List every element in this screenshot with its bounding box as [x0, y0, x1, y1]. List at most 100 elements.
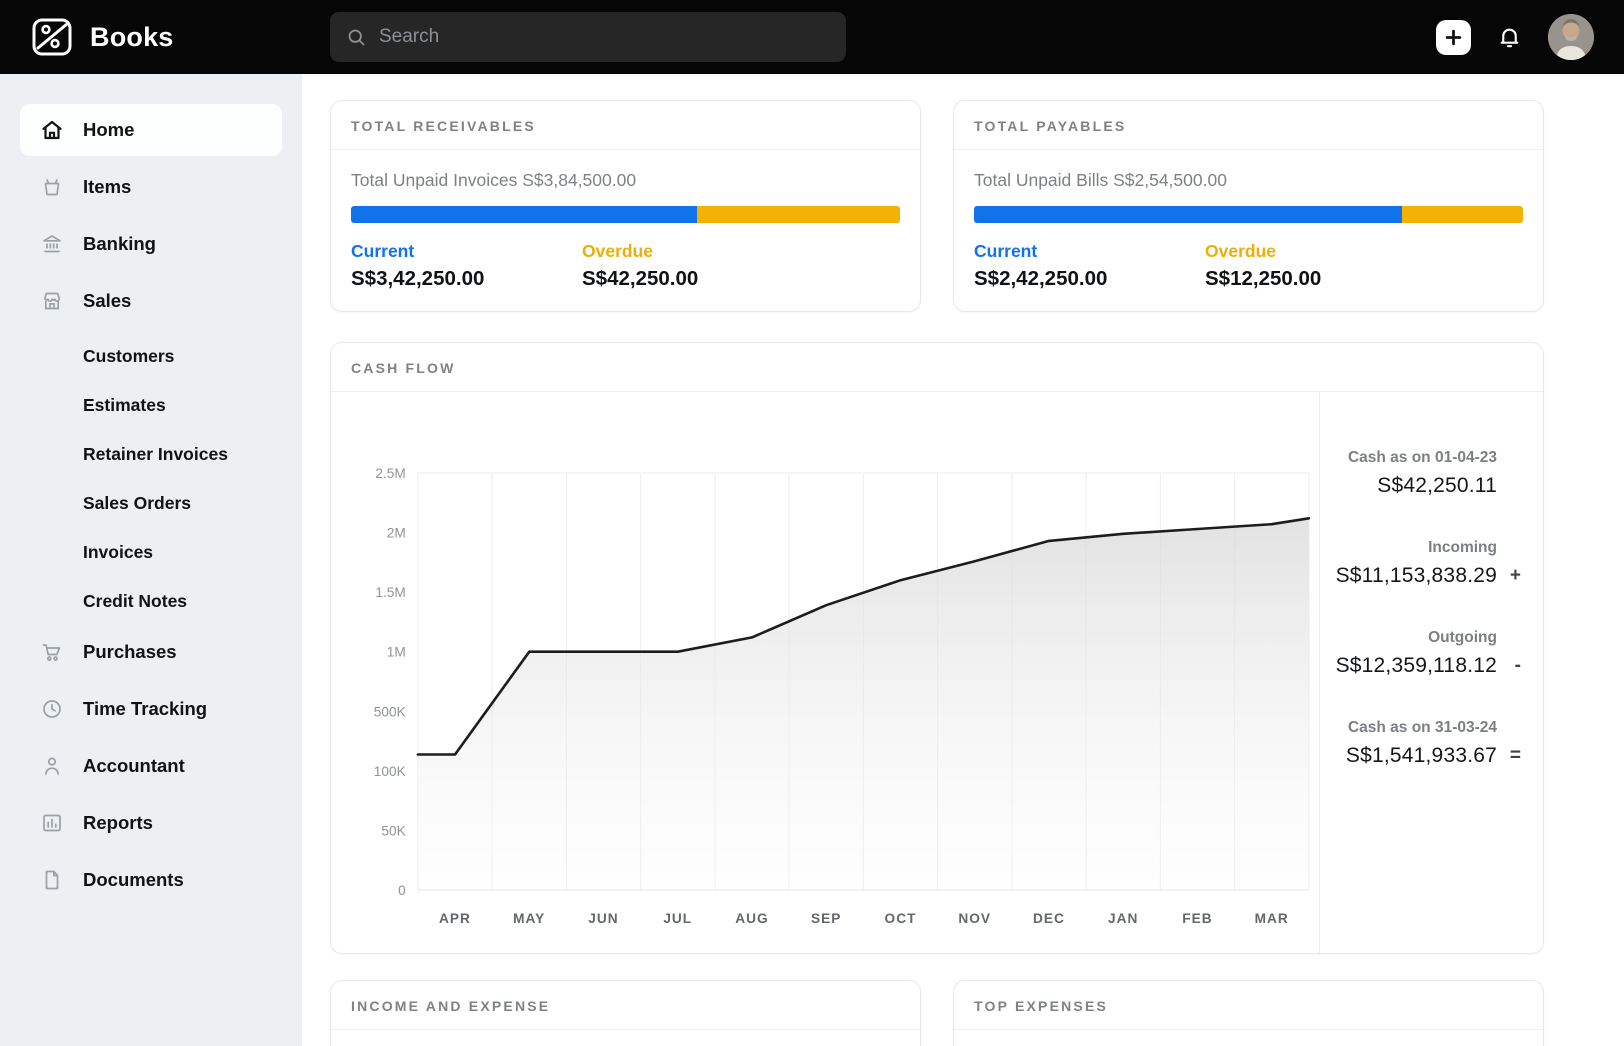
clock-icon — [40, 697, 64, 721]
sidebar-item-label: Items — [83, 176, 132, 197]
sidebar-item-banking[interactable]: Banking — [20, 218, 282, 270]
summary-value: S$11,153,838.29 — [1335, 564, 1497, 587]
current-bar-segment — [351, 206, 697, 223]
card-title: TOTAL RECEIVABLES — [331, 101, 920, 150]
svg-text:SEP: SEP — [811, 911, 841, 926]
summary-label: Cash as on 31-03-24 — [1347, 719, 1497, 736]
current-label: Current — [974, 241, 1038, 261]
summary-operator: - — [1514, 655, 1521, 676]
svg-text:JUL: JUL — [663, 911, 692, 926]
summary-operator: + — [1509, 565, 1521, 586]
sidebar-item-estimates[interactable]: Estimates — [20, 381, 282, 430]
total-unpaid-bills: Total Unpaid Bills S$2,54,500.00 — [974, 170, 1227, 190]
search-icon — [348, 29, 365, 45]
cashflow-summary-row-cash-as-on-01-04-23: Cash as on 01-04-23 S$42,250.11 — [1320, 449, 1523, 498]
sidebar-item-home[interactable]: Home — [20, 104, 282, 156]
search-bar — [330, 12, 846, 62]
income-and-expense-card: INCOME AND EXPENSE — [330, 980, 921, 1046]
sidebar-item-invoices[interactable]: Invoices — [20, 528, 282, 577]
user-avatar[interactable] — [1548, 14, 1594, 60]
bar-chart-icon — [40, 811, 64, 835]
svg-text:MAY: MAY — [513, 911, 545, 926]
card-title: TOP EXPENSES — [954, 981, 1543, 1030]
summary-label: Outgoing — [1428, 629, 1497, 646]
card-title: INCOME AND EXPENSE — [331, 981, 920, 1030]
summary-label: Cash as on 01-04-23 — [1347, 449, 1497, 466]
storefront-icon — [40, 289, 64, 313]
total-payables-card: TOTAL PAYABLES Total Unpaid Bills S$2,54… — [953, 100, 1544, 312]
sidebar-item-label: Documents — [83, 869, 184, 890]
sidebar-item-label: Home — [83, 119, 135, 140]
sidebar-item-label: Retainer Invoices — [83, 444, 228, 464]
cart-icon — [40, 640, 64, 664]
summary-operator: = — [1509, 745, 1521, 766]
bank-icon — [40, 232, 64, 256]
cashflow-summary-row-incoming: Incoming S$11,153,838.29 + — [1320, 539, 1523, 588]
sidebar-item-accountant[interactable]: Accountant — [20, 740, 282, 792]
svg-text:2.5M: 2.5M — [375, 466, 405, 481]
overdue-amount: S$42,250.00 — [582, 267, 699, 290]
svg-text:1.5M: 1.5M — [375, 585, 405, 600]
notifications-button[interactable] — [1497, 25, 1522, 50]
sidebar-item-label: Time Tracking — [83, 698, 208, 719]
sidebar-item-credit-notes[interactable]: Credit Notes — [20, 577, 282, 626]
sidebar-item-label: Banking — [83, 233, 156, 254]
topbar: Books — [0, 0, 1624, 74]
summary-label: Incoming — [1428, 539, 1497, 556]
total-receivables-card: TOTAL RECEIVABLES Total Unpaid Invoices … — [330, 100, 921, 312]
overdue-bar-segment — [696, 206, 900, 223]
basket-icon — [40, 175, 64, 199]
sidebar-item-sales[interactable]: Sales — [20, 275, 282, 327]
sidebar-item-customers[interactable]: Customers — [20, 332, 282, 381]
sidebar-item-label: Reports — [83, 812, 153, 833]
svg-text:JUN: JUN — [588, 911, 618, 926]
current-amount: S$2,42,250.00 — [974, 267, 1108, 290]
svg-text:OCT: OCT — [885, 911, 917, 926]
svg-text:1M: 1M — [387, 645, 406, 660]
plus-icon — [1445, 29, 1462, 45]
sidebar: Home Items Banking Sales Customers Estimates R… — [0, 74, 302, 1046]
receivables-progress-bar — [351, 206, 900, 223]
sidebar-item-purchases[interactable]: Purchases — [20, 626, 282, 678]
overdue-bar-segment — [1402, 206, 1523, 223]
svg-text:NOV: NOV — [958, 911, 991, 926]
sidebar-item-documents[interactable]: Documents — [20, 854, 282, 906]
sidebar-item-label: Sales Orders — [83, 493, 191, 513]
svg-text:AUG: AUG — [735, 911, 768, 926]
payables-progress-bar — [974, 206, 1523, 223]
sidebar-item-retainer-invoices[interactable]: Retainer Invoices — [20, 430, 282, 479]
svg-text:APR: APR — [439, 911, 471, 926]
topbar-actions — [1436, 14, 1594, 60]
svg-text:MAR: MAR — [1255, 911, 1289, 926]
sidebar-item-label: Customers — [83, 346, 175, 366]
sidebar-item-label: Invoices — [83, 542, 154, 562]
cashflow-summary-row-outgoing: Outgoing S$12,359,118.12- — [1320, 629, 1523, 678]
svg-text:0: 0 — [398, 883, 406, 898]
current-amount: S$3,42,250.00 — [351, 267, 485, 290]
svg-text:FEB: FEB — [1182, 911, 1212, 926]
svg-text:DEC: DEC — [1033, 911, 1065, 926]
svg-text:500K: 500K — [374, 704, 406, 719]
sidebar-item-label: Sales — [83, 290, 132, 311]
home-icon — [40, 118, 64, 142]
overdue-label: Overdue — [582, 241, 653, 261]
search-input[interactable] — [379, 26, 830, 48]
top-expenses-card: TOP EXPENSES — [953, 980, 1544, 1046]
sidebar-item-label: Credit Notes — [83, 591, 188, 611]
main-content: TOTAL RECEIVABLES Total Unpaid Invoices … — [302, 74, 1624, 1046]
books-logo-icon — [32, 18, 72, 56]
accountant-icon — [40, 754, 64, 778]
document-icon — [40, 868, 64, 892]
summary-value: S$42,250.11 — [1377, 474, 1497, 497]
svg-text:100K: 100K — [374, 764, 406, 779]
sidebar-item-sales-orders[interactable]: Sales Orders — [20, 479, 282, 528]
overdue-label: Overdue — [1205, 241, 1276, 261]
sidebar-item-items[interactable]: Items — [20, 161, 282, 213]
quick-create-button[interactable] — [1436, 19, 1471, 55]
current-bar-segment — [974, 206, 1403, 223]
svg-text:JAN: JAN — [1108, 911, 1138, 926]
sidebar-item-label: Accountant — [83, 755, 185, 776]
cashflow-chart: 0 50K 100K 500K 1M 1.5M 2M 2.5M APR MAY JUN JUL AUG S… — [331, 392, 1319, 953]
sidebar-item-time-tracking[interactable]: Time Tracking — [20, 683, 282, 735]
sidebar-item-reports[interactable]: Reports — [20, 797, 282, 849]
